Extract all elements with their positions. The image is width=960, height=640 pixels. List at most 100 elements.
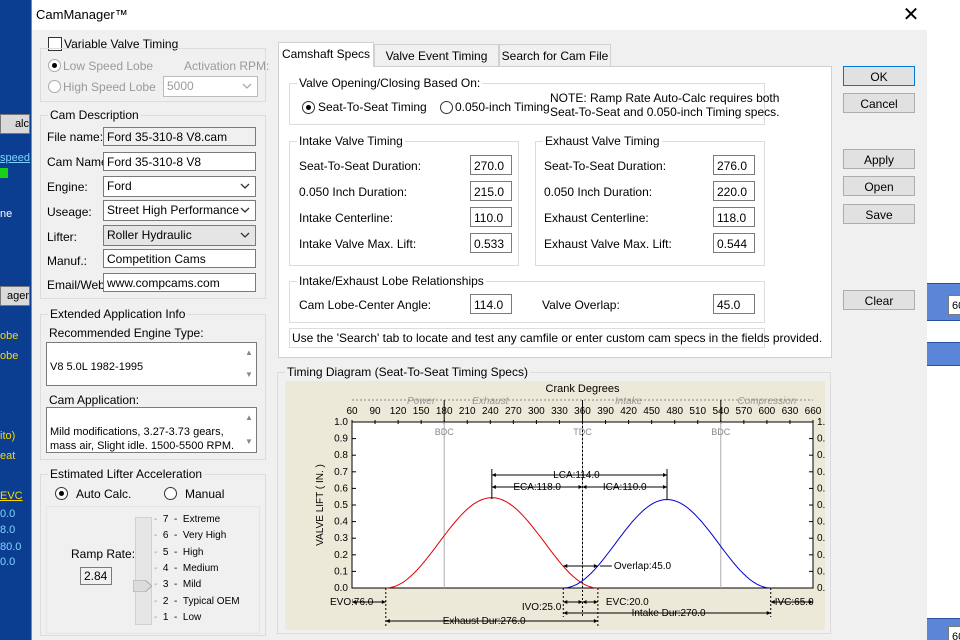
ivo-annotation: IVO:25.0 <box>522 602 562 613</box>
y-tick-label-left: 0.5 <box>334 500 348 511</box>
intake-050-duration-label: 0.050 Inch Duration: <box>299 185 408 199</box>
eca-annotation: ECA:118.0 <box>513 482 561 493</box>
bg-button-fragment[interactable]: alc <box>0 114 30 134</box>
bg-text-fragment: 8.0 <box>0 524 16 536</box>
lifter-accel-title: Estimated Lifter Acceleration <box>48 467 205 481</box>
tab-search-cam-file[interactable]: Search for Cam File <box>499 44 611 66</box>
scrollbar[interactable]: ▲ ▼ <box>242 408 256 452</box>
y-tick-label-right: 0.8 <box>817 450 825 461</box>
lca-annotation: LCA:114.0 <box>553 470 600 481</box>
intake-max-lift-input[interactable]: 0.533 <box>470 233 512 253</box>
lca-label: Cam Lobe-Center Angle: <box>299 298 432 312</box>
y-tick-label-right: 0.6 <box>817 483 825 494</box>
bg-button-fragment[interactable]: ager <box>0 286 30 306</box>
x-tick-label: 120 <box>390 406 407 417</box>
lifter-label: Lifter: <box>47 230 78 244</box>
chevron-down-icon <box>239 177 251 196</box>
exhaust-centerline-input[interactable]: 118.0 <box>713 207 755 227</box>
clear-button[interactable]: Clear <box>843 290 915 310</box>
tab-valve-event-timing[interactable]: Valve Event Timing <box>374 44 499 66</box>
bg-text-fragment: speed <box>0 152 30 164</box>
lca-input[interactable]: 114.0 <box>470 294 512 314</box>
accel-level-3: - 3 - Mild <box>154 579 202 591</box>
lobe-relationships-title: Intake/Exhaust Lobe Relationships <box>297 274 486 288</box>
auto-calc-radio[interactable] <box>55 487 68 500</box>
bg-text-fragment: obe <box>0 350 19 362</box>
exhaust-duration-annotation: Exhaust Dur:276.0 <box>443 616 526 627</box>
accel-level-2: - 2 - Typical OEM <box>154 595 240 607</box>
background-app-right: 60 60 <box>926 0 960 640</box>
save-button[interactable]: Save <box>843 204 915 224</box>
cam-application-textarea[interactable]: Mild modifications, 3.27-3.73 gears, mas… <box>46 407 257 453</box>
y-tick-label-left: 1.0 <box>334 417 348 428</box>
x-tick-label: 420 <box>620 406 637 417</box>
ramp-rate-value: 2.84 <box>80 567 112 585</box>
accel-level-6: - 6 - Very High <box>154 530 227 542</box>
hint-bar: Use the 'Search' tab to locate and test … <box>289 328 822 348</box>
ramp-rate-slider-thumb[interactable] <box>132 579 153 593</box>
engine-type-value: V8 5.0L 1982-1995 <box>50 361 144 373</box>
high-speed-lobe-radio[interactable] <box>48 80 61 93</box>
valve-overlap-input[interactable]: 45.0 <box>713 294 755 314</box>
exhaust-max-lift-label: Exhaust Valve Max. Lift: <box>544 237 672 251</box>
manual-radio[interactable] <box>164 487 177 500</box>
low-speed-lobe-radio[interactable] <box>48 59 61 72</box>
chevron-down-icon <box>241 77 253 96</box>
y-tick-label-left: 0.9 <box>334 434 348 445</box>
exhaust-seat-duration-input[interactable]: 276.0 <box>713 155 755 175</box>
ok-button[interactable]: OK <box>843 66 915 86</box>
intake-centerline-label: Intake Centerline: <box>299 211 394 225</box>
cam-application-value: Mild modifications, 3.27-3.73 gears, mas… <box>50 426 235 452</box>
bg-number: 60 <box>948 626 960 640</box>
y-tick-label-right: 0.7 <box>817 467 825 478</box>
scrollbar[interactable]: ▲ ▼ <box>242 343 256 385</box>
ramp-rate-panel <box>46 506 260 634</box>
intake-050-duration-input[interactable]: 215.0 <box>470 181 512 201</box>
close-icon[interactable]: ✕ <box>898 2 924 28</box>
bg-stripe <box>926 342 960 366</box>
intake-centerline-input[interactable]: 110.0 <box>470 207 512 227</box>
ramp-rate-slider[interactable] <box>135 517 152 625</box>
tab-camshaft-specs[interactable]: Camshaft Specs <box>278 42 374 67</box>
useage-select[interactable]: Street High Performance <box>103 200 256 221</box>
y-tick-label-left: 0.7 <box>334 467 348 478</box>
inch050-radio[interactable] <box>440 101 453 114</box>
x-tick-label: 90 <box>369 406 381 417</box>
bg-text-fragment: 80.0 <box>0 541 22 553</box>
manuf-label: Manuf.: <box>47 254 88 268</box>
window-title: CamManager™ <box>36 7 128 22</box>
apply-button[interactable]: Apply <box>843 149 915 169</box>
cancel-button[interactable]: Cancel <box>843 93 915 113</box>
y-tick-label-right: 0.3 <box>817 533 825 544</box>
exhaust-seat-duration-label: Seat-To-Seat Duration: <box>544 159 667 173</box>
seat-to-seat-radio[interactable] <box>302 101 315 114</box>
y-tick-label-right: 0.0 <box>817 583 825 594</box>
file-name-field[interactable]: Ford 35-310-8 V8.cam <box>103 127 256 146</box>
y-tick-label-left: 0.4 <box>334 517 348 528</box>
email-web-label: Email/Web: <box>47 278 109 292</box>
x-tick-label: 390 <box>597 406 614 417</box>
evc-annotation: EVC:20.0 <box>606 597 649 608</box>
file-name-label: File name: <box>47 130 104 144</box>
y-axis-label-left: VALVE LIFT ( IN. ) <box>315 464 326 546</box>
hint-text: Use the 'Search' tab to locate and test … <box>292 331 823 345</box>
engine-select[interactable]: Ford <box>103 176 256 197</box>
engine-value: Ford <box>107 179 132 193</box>
exhaust-max-lift-input[interactable]: 0.544 <box>713 233 755 253</box>
bg-text-fragment: ne <box>0 208 13 220</box>
x-tick-label: 600 <box>759 406 776 417</box>
open-button[interactable]: Open <box>843 176 915 196</box>
manuf-field[interactable]: Competition Cams <box>103 249 256 268</box>
cam-name-field[interactable]: Ford 35-310-8 V8 <box>103 152 256 171</box>
exhaust-050-duration-input[interactable]: 220.0 <box>713 181 755 201</box>
bg-text-fragment: 0.0 <box>0 508 16 520</box>
intake-duration-annotation: Intake Dur:270.0 <box>632 608 706 619</box>
intake-seat-duration-input[interactable]: 270.0 <box>470 155 512 175</box>
activation-rpm-select[interactable]: 5000 <box>163 76 258 97</box>
email-web-field[interactable]: www.compcams.com <box>103 273 256 292</box>
x-tick-label: 510 <box>689 406 706 417</box>
engine-type-textarea[interactable]: V8 5.0L 1982-1995 ▲ ▼ <box>46 342 257 386</box>
lifter-select[interactable]: Roller Hydraulic <box>103 225 256 246</box>
x-tick-label: 660 <box>805 406 822 417</box>
chevron-down-icon <box>239 201 251 220</box>
